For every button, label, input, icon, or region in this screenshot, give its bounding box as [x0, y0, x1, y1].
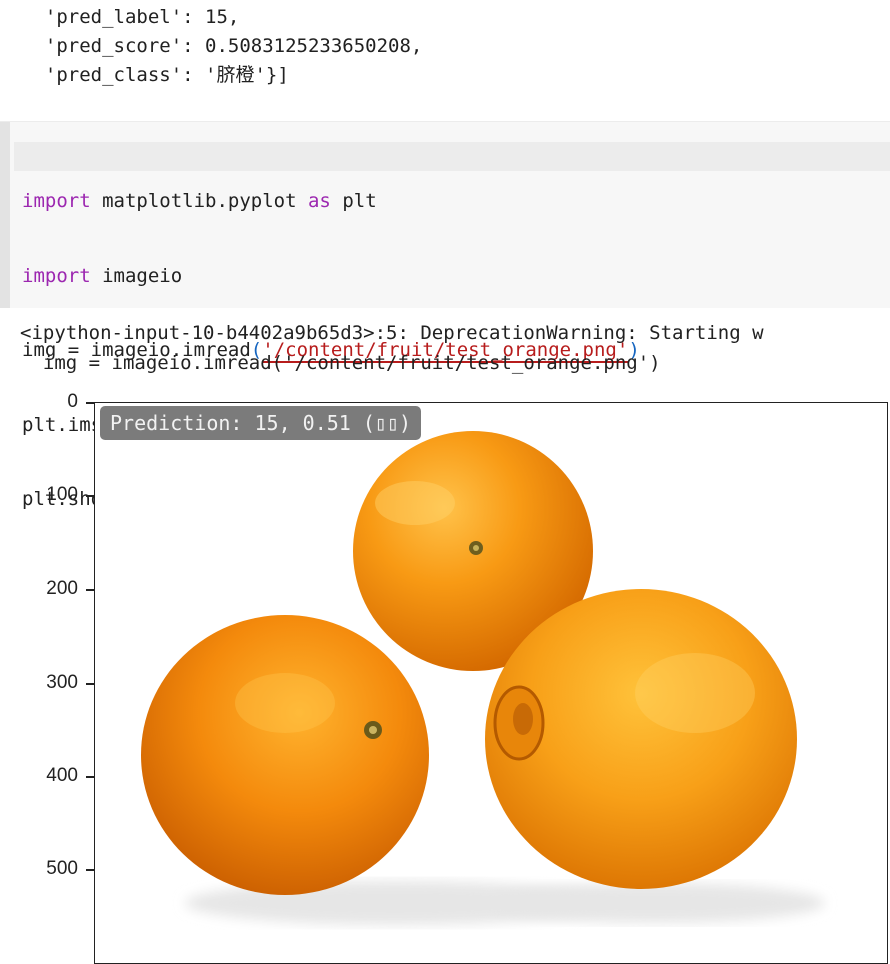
orange-left [141, 615, 429, 895]
y-tick-mark [86, 589, 94, 591]
y-tick-label: 0 [67, 391, 78, 412]
keyword: import [22, 264, 91, 287]
output-line: 'pred_score': 0.5083125233650208, [22, 35, 423, 57]
y-tick-mark [86, 776, 94, 778]
y-tick-mark [86, 402, 94, 404]
navel [513, 703, 533, 735]
y-tick-label: 400 [46, 765, 78, 786]
code-text: plt [330, 190, 377, 212]
deprecation-warning: <ipython-input-10-b4402a9b65d3>:5: Depre… [20, 322, 764, 344]
warning-source-line: img = imageio.imread('/content/fruit/tes… [20, 352, 661, 374]
code-text: imageio [90, 264, 183, 287]
matplotlib-figure: 0 100 200 300 400 500 Prediction: 15, 0.… [0, 385, 890, 964]
code-line: import imageio [22, 261, 640, 292]
y-tick-label: 300 [46, 672, 78, 693]
cell-gutter[interactable] [0, 122, 10, 308]
plot-axes [94, 402, 888, 964]
highlight [235, 673, 335, 733]
keyword: import [22, 190, 91, 212]
shadow [485, 883, 825, 923]
y-tick-label: 500 [46, 858, 78, 879]
output-line: 'pred_class': '脐橙'}] [22, 64, 289, 86]
y-tick-mark [86, 683, 94, 685]
y-tick-mark [86, 495, 94, 497]
prediction-annotation: Prediction: 15, 0.51 (▯▯) [100, 406, 422, 440]
navel [369, 726, 377, 734]
keyword: as [307, 190, 331, 212]
oranges-image [141, 431, 825, 925]
code-cell[interactable]: import matplotlib.pyplot as plt import i… [0, 121, 890, 510]
highlight [635, 653, 755, 733]
highlight [375, 481, 455, 525]
y-tick-label: 200 [46, 578, 78, 599]
navel [473, 545, 479, 551]
y-tick-label: 100 [46, 484, 78, 505]
y-tick-mark [86, 869, 94, 871]
code-line: import matplotlib.pyplot as plt [22, 186, 640, 217]
output-line: 'pred_label': 15, [22, 6, 240, 28]
code-text: matplotlib.pyplot [90, 190, 308, 212]
